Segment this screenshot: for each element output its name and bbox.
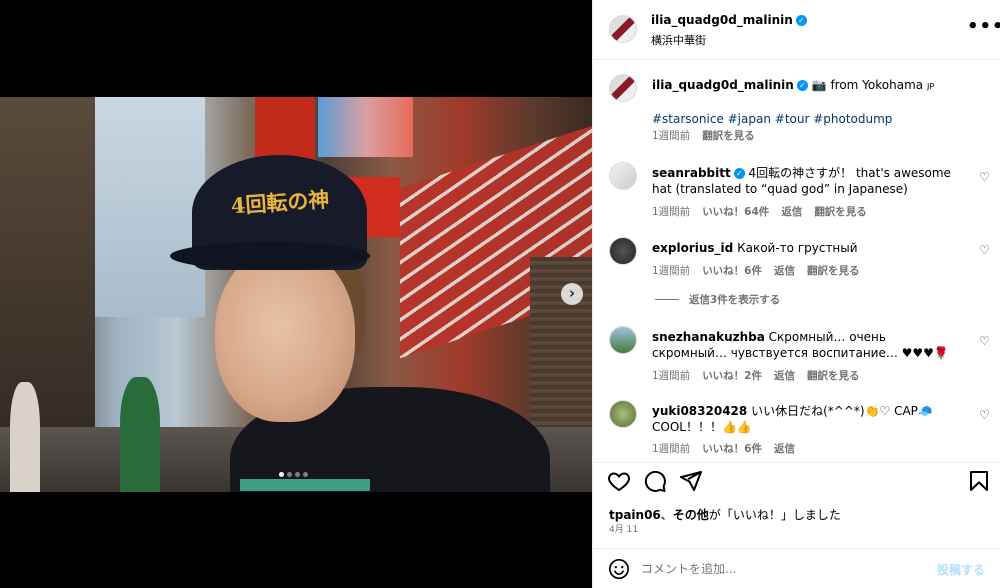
- author-username[interactable]: ilia_quadg0d_malinin ✓: [651, 13, 807, 27]
- photo-hoodie-print: [240, 479, 370, 491]
- view-replies-button[interactable]: 返信3件を表示する: [655, 292, 780, 307]
- post-media: 4回転の神 ›: [0, 0, 592, 588]
- post-comment-button[interactable]: 投稿する: [937, 561, 985, 578]
- comments-list: ilia_quadg0d_malinin ✓ 📷 from Yokohama JP…: [593, 60, 1000, 460]
- comment-likes[interactable]: いいね！6件: [702, 263, 762, 278]
- more-icon[interactable]: •••: [967, 16, 1000, 37]
- caption-translate[interactable]: 翻訳を見る: [702, 128, 755, 143]
- photo-cap-brim: [170, 242, 370, 270]
- post-date[interactable]: 4月 11: [609, 522, 638, 535]
- comment-heart-icon[interactable]: ♡: [979, 334, 990, 348]
- heart-icon[interactable]: [607, 469, 631, 493]
- author-username-text[interactable]: ilia_quadg0d_malinin: [651, 13, 793, 27]
- comment-reply-button[interactable]: 返信: [774, 263, 795, 278]
- caption-meta: 1週間前 翻訳を見る: [652, 128, 755, 143]
- comment-text: Какой-то грустный: [737, 241, 858, 255]
- comment-time[interactable]: 1週間前: [652, 263, 690, 278]
- post-photo[interactable]: 4回転の神: [0, 97, 592, 492]
- comment-reply-button[interactable]: 返信: [774, 368, 795, 383]
- comment-body: snezhanakuzhba Скромный… очень скромный……: [652, 329, 952, 361]
- caption-hashtags[interactable]: #starsonice #japan #tour #photodump: [652, 111, 952, 127]
- view-replies-label[interactable]: 返信3件を表示する: [689, 292, 780, 307]
- photo-face: [215, 247, 355, 422]
- comment-likes[interactable]: いいね！64件: [702, 204, 769, 219]
- caption-username[interactable]: ilia_quadg0d_malinin: [652, 78, 794, 92]
- photo-sky: [95, 97, 205, 317]
- photo-pedestrian: [10, 382, 40, 492]
- comment-body: seanrabbitt ✓ 4回転の神さすが！ that's awesome ha…: [652, 165, 952, 197]
- bookmark-icon[interactable]: [967, 469, 991, 493]
- commenter-avatar[interactable]: [609, 162, 637, 190]
- likes-suffix: が「いいね！」しました: [708, 508, 841, 522]
- post-header: ilia_quadg0d_malinin✓ 横浜中華街 •••: [593, 0, 1000, 60]
- comment-heart-icon[interactable]: ♡: [979, 170, 990, 184]
- comment-meta: 1週間前 いいね！64件 返信 翻訳を見る: [652, 204, 867, 219]
- camera-icon: 📷: [811, 78, 827, 92]
- comment-likes[interactable]: いいね！6件: [702, 441, 762, 456]
- commenter-avatar[interactable]: [609, 237, 637, 265]
- photo-sign: [318, 97, 413, 157]
- commenter-avatar[interactable]: [609, 326, 637, 354]
- share-icon[interactable]: [679, 469, 703, 493]
- comment-translate[interactable]: 翻訳を見る: [807, 263, 860, 278]
- comment-username[interactable]: seanrabbitt: [652, 166, 731, 180]
- post-location[interactable]: 横浜中華街: [651, 32, 706, 48]
- carousel-dot: [287, 472, 292, 477]
- comment-username[interactable]: yuki08320428: [652, 404, 747, 418]
- likes-summary: tpain06、その他が「いいね！」しました: [609, 506, 841, 523]
- comment-input[interactable]: [641, 558, 921, 580]
- verified-icon: ✓: [795, 15, 807, 26]
- likes-separator: 、: [660, 508, 673, 522]
- comment-heart-icon[interactable]: ♡: [979, 243, 990, 257]
- comment-composer: 投稿する: [593, 548, 1000, 588]
- comment-time[interactable]: 1週間前: [652, 204, 690, 219]
- carousel-dot: [279, 472, 284, 477]
- verified-icon: ✓: [796, 80, 808, 91]
- carousel-dot: [303, 472, 308, 477]
- replies-divider: [655, 299, 679, 300]
- carousel-next-button[interactable]: ›: [561, 283, 583, 305]
- comment-body: explorius_id Какой-то грустный: [652, 240, 952, 256]
- comment-likes[interactable]: いいね！2件: [702, 368, 762, 383]
- comment-meta: 1週間前 いいね！6件 返信: [652, 441, 795, 456]
- photo-pedestrian: [120, 377, 160, 492]
- author-avatar[interactable]: [609, 74, 637, 102]
- verified-icon: ✓: [733, 168, 745, 179]
- author-avatar[interactable]: [609, 15, 637, 43]
- comment-meta: 1週間前 いいね！2件 返信 翻訳を見る: [652, 368, 860, 383]
- comment-username[interactable]: snezhanakuzhba: [652, 330, 765, 344]
- comment-time[interactable]: 1週間前: [652, 441, 690, 456]
- caption-time[interactable]: 1週間前: [652, 128, 690, 143]
- comment-reply-button[interactable]: 返信: [774, 441, 795, 456]
- comment-meta: 1週間前 いいね！6件 返信 翻訳を見る: [652, 263, 860, 278]
- comment-translate[interactable]: 翻訳を見る: [814, 204, 867, 219]
- comment-reply-button[interactable]: 返信: [781, 204, 802, 219]
- caption-text: from Yokohama: [830, 78, 924, 92]
- flag-jp: JP: [926, 82, 935, 91]
- carousel-dot: [295, 472, 300, 477]
- liker-username[interactable]: tpain06: [609, 508, 661, 522]
- comment-username[interactable]: explorius_id: [652, 241, 733, 255]
- emoji-icon[interactable]: [608, 558, 630, 580]
- comment-icon[interactable]: [643, 469, 667, 493]
- carousel-dots: [279, 472, 308, 477]
- comment-body: yuki08320428 いい休日だね(*^^*)👏♡ CAP🧢COOL！！！👍…: [652, 403, 952, 435]
- caption-body: ilia_quadg0d_malinin ✓ 📷 from Yokohama JP…: [652, 77, 952, 127]
- comment-translate[interactable]: 翻訳を見る: [807, 368, 860, 383]
- comment-heart-icon[interactable]: ♡: [979, 408, 990, 422]
- comment-time[interactable]: 1週間前: [652, 368, 690, 383]
- likes-others[interactable]: その他: [673, 508, 709, 522]
- action-bar: [593, 462, 1000, 498]
- post-side-panel: ilia_quadg0d_malinin✓ 横浜中華街 ••• ilia_qua…: [592, 0, 1000, 588]
- commenter-avatar[interactable]: [609, 400, 637, 428]
